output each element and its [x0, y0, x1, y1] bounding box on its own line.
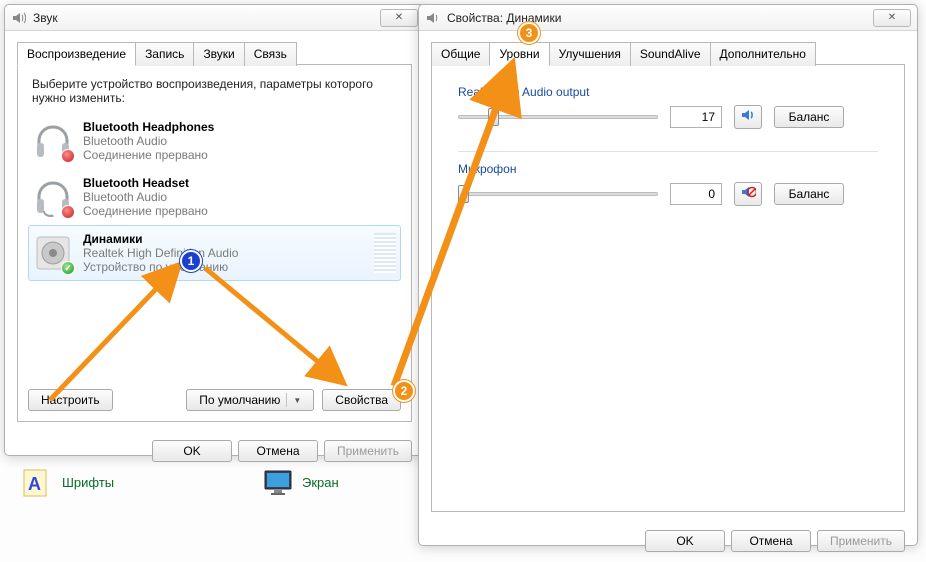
tab-strip: Воспроизведение Запись Звуки Связь [17, 41, 412, 65]
tab-soundalive[interactable]: SoundAlive [630, 42, 711, 66]
device-item-selected[interactable]: ✓ Динамики Realtek High Definition Audio… [28, 225, 401, 281]
device-status: Соединение прервано [83, 204, 208, 218]
output-group: Realtek HD Audio output Баланс [458, 85, 878, 129]
device-list[interactable]: Bluetooth Headphones Bluetooth Audio Сое… [28, 113, 401, 379]
dialog-buttons: OK Отмена Применить [419, 522, 917, 562]
window-title: Свойства: Динамики [447, 11, 873, 25]
device-text: Bluetooth Headphones Bluetooth Audio Сое… [83, 120, 214, 162]
close-button[interactable]: ✕ [380, 9, 418, 27]
mic-volume-slider[interactable] [458, 184, 658, 204]
close-icon: ✕ [395, 12, 403, 23]
device-status: Соединение прервано [83, 148, 214, 162]
tab-levels[interactable]: Уровни [489, 42, 549, 66]
apply-button[interactable]: Применить [817, 530, 905, 552]
output-volume-value[interactable] [670, 106, 722, 128]
output-volume-slider[interactable] [458, 107, 658, 127]
output-label: Realtek HD Audio output [458, 85, 878, 99]
status-badge-default: ✓ [61, 261, 75, 275]
speaker-icon [425, 10, 441, 26]
speaker-unmuted-icon [740, 107, 756, 128]
status-badge-disconnected [61, 149, 75, 163]
instruction-text: Выберите устройство воспроизведения, пар… [32, 77, 397, 105]
mic-volume-value[interactable] [670, 183, 722, 205]
device-driver: Bluetooth Audio [83, 134, 214, 148]
tab-playback[interactable]: Воспроизведение [17, 42, 136, 66]
separator [458, 151, 878, 152]
cancel-button[interactable]: Отмена [238, 440, 318, 462]
close-icon: ✕ [888, 12, 896, 23]
device-status: Устройство по умолчанию [83, 260, 238, 274]
tab-sounds[interactable]: Звуки [193, 42, 244, 66]
tab-pane-levels: Realtek HD Audio output Баланс [431, 64, 905, 512]
desktop-item-label: Шрифты [62, 475, 114, 490]
tab-general[interactable]: Общие [431, 42, 490, 66]
device-driver: Realtek High Definition Audio [83, 246, 238, 260]
status-badge-disconnected [61, 205, 75, 219]
chevron-down-icon: ▼ [293, 396, 301, 405]
speaker-device-icon: ✓ [33, 233, 73, 273]
properties-button[interactable]: Свойства [322, 389, 401, 411]
device-item[interactable]: Bluetooth Headset Bluetooth Audio Соедин… [28, 169, 401, 225]
properties-window: Свойства: Динамики ✕ Общие Уровни Улучше… [418, 4, 918, 546]
svg-text:A: A [28, 474, 41, 494]
mute-output-button[interactable] [734, 105, 762, 129]
configure-button[interactable]: Настроить [28, 389, 113, 411]
headset-icon [33, 177, 73, 217]
tab-strip: Общие Уровни Улучшения SoundAlive Дополн… [431, 41, 905, 65]
apply-button[interactable]: Применить [324, 440, 412, 462]
tab-pane-playback: Выберите устройство воспроизведения, пар… [17, 64, 412, 422]
mute-mic-button[interactable] [734, 182, 762, 206]
titlebar[interactable]: Звук ✕ [5, 5, 424, 31]
tab-advanced[interactable]: Дополнительно [710, 42, 816, 66]
ok-button[interactable]: OK [645, 530, 725, 552]
set-default-button[interactable]: По умолчанию ▼ [186, 389, 314, 411]
close-button[interactable]: ✕ [873, 9, 911, 27]
device-item[interactable]: Bluetooth Headphones Bluetooth Audio Сое… [28, 113, 401, 169]
balance-mic-button[interactable]: Баланс [774, 183, 844, 205]
window-title: Звук [33, 11, 380, 25]
set-default-label: По умолчанию [199, 393, 280, 407]
device-text: Bluetooth Headset Bluetooth Audio Соедин… [83, 176, 208, 218]
mic-label: Микрофон [458, 162, 878, 176]
tab-recording[interactable]: Запись [135, 42, 194, 66]
device-name: Bluetooth Headset [83, 176, 208, 190]
cancel-button[interactable]: Отмена [731, 530, 811, 552]
balance-output-button[interactable]: Баланс [774, 106, 844, 128]
device-driver: Bluetooth Audio [83, 190, 208, 204]
level-meter [374, 233, 396, 273]
speaker-icon [11, 10, 27, 26]
device-text: Динамики Realtek High Definition Audio У… [83, 232, 238, 274]
dialog-buttons: OK Отмена Применить [5, 432, 424, 472]
ok-button[interactable]: OK [152, 440, 232, 462]
tab-communications[interactable]: Связь [244, 42, 297, 66]
tab-enhancements[interactable]: Улучшения [549, 42, 631, 66]
device-name: Bluetooth Headphones [83, 120, 214, 134]
titlebar[interactable]: Свойства: Динамики ✕ [419, 5, 917, 31]
device-name: Динамики [83, 232, 238, 246]
desktop-item-label: Экран [302, 475, 339, 490]
speaker-muted-icon [740, 184, 756, 205]
mic-group: Микрофон Баланс [458, 162, 878, 206]
headphones-icon [33, 121, 73, 161]
device-action-row: Настроить По умолчанию ▼ Свойства [28, 389, 401, 411]
sound-window: Звук ✕ Воспроизведение Запись Звуки Связ… [4, 4, 425, 456]
